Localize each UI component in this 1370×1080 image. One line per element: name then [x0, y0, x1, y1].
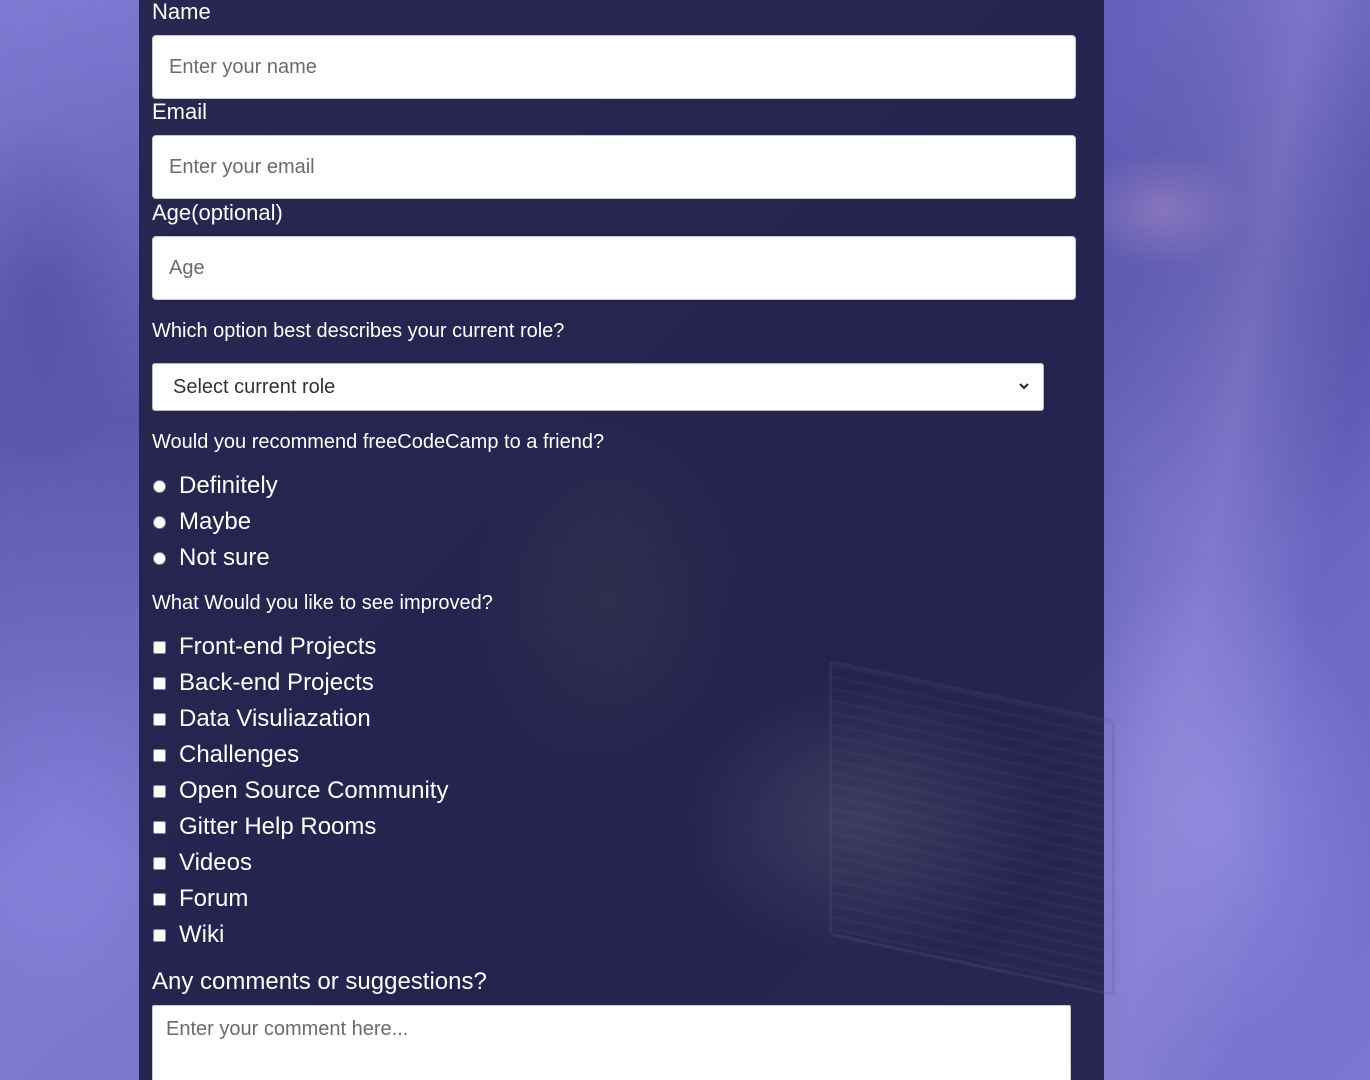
improve-option[interactable]: Challenges: [152, 737, 299, 773]
improve-option[interactable]: Gitter Help Rooms: [152, 809, 376, 845]
improve-option[interactable]: Forum: [152, 881, 248, 917]
radio-label: Not sure: [179, 544, 270, 571]
email-input[interactable]: [152, 135, 1076, 199]
improve-option[interactable]: Back-end Projects: [152, 665, 374, 701]
age-input[interactable]: [152, 236, 1076, 300]
recommend-option[interactable]: Definitely: [152, 468, 278, 504]
radio-button[interactable]: [153, 551, 166, 565]
checkbox-label: Back-end Projects: [179, 669, 374, 696]
checkbox-label: Forum: [179, 885, 249, 912]
checkbox-label: Open Source Community: [179, 777, 449, 804]
checkbox[interactable]: [153, 748, 166, 762]
checkbox-label: Front-end Projects: [179, 633, 377, 660]
improve-option[interactable]: Data Visuliazation: [152, 701, 371, 737]
improve-option[interactable]: Open Source Community: [152, 773, 448, 809]
background-laptop-shape: [829, 659, 1115, 997]
checkbox[interactable]: [153, 820, 166, 834]
recommend-option[interactable]: Not sure: [152, 540, 270, 576]
checkbox-label: Data Visuliazation: [179, 705, 371, 732]
checkbox[interactable]: [153, 928, 166, 942]
age-label: Age(optional): [152, 200, 283, 225]
checkbox[interactable]: [153, 856, 166, 870]
role-question: Which option best describes your current…: [152, 320, 565, 342]
checkbox[interactable]: [153, 712, 166, 726]
name-label: Name: [152, 0, 211, 24]
role-dropdown[interactable]: Select current role: [152, 363, 1044, 411]
recommend-option[interactable]: Maybe: [152, 504, 251, 540]
checkbox-label: Gitter Help Rooms: [179, 813, 377, 840]
checkbox[interactable]: [153, 676, 166, 690]
improve-option[interactable]: Wiki: [152, 917, 224, 953]
radio-button[interactable]: [153, 515, 166, 529]
radio-button[interactable]: [153, 479, 166, 493]
checkbox[interactable]: [153, 784, 166, 798]
comments-textarea[interactable]: [152, 1005, 1071, 1080]
name-input[interactable]: [152, 35, 1076, 99]
radio-label: Maybe: [179, 508, 252, 535]
checkbox-label: Challenges: [179, 741, 300, 768]
role-dropdown-value: Select current role: [173, 375, 336, 398]
improve-option[interactable]: Front-end Projects: [152, 629, 376, 665]
checkbox[interactable]: [153, 640, 166, 654]
improve-question: What Would you like to see improved?: [152, 592, 493, 614]
checkbox-label: Videos: [179, 849, 252, 876]
radio-label: Definitely: [179, 472, 278, 499]
checkbox[interactable]: [153, 892, 166, 906]
improve-option[interactable]: Videos: [152, 845, 252, 881]
background-right-region: [1104, 0, 1370, 1080]
email-label: Email: [152, 99, 208, 124]
background-left-region: [0, 0, 139, 1080]
chevron-down-icon: [1019, 383, 1029, 390]
checkbox-label: Wiki: [179, 921, 225, 948]
comments-label: Any comments or suggestions?: [152, 968, 487, 995]
recommend-question: Would you recommend freeCodeCamp to a fr…: [152, 431, 605, 453]
